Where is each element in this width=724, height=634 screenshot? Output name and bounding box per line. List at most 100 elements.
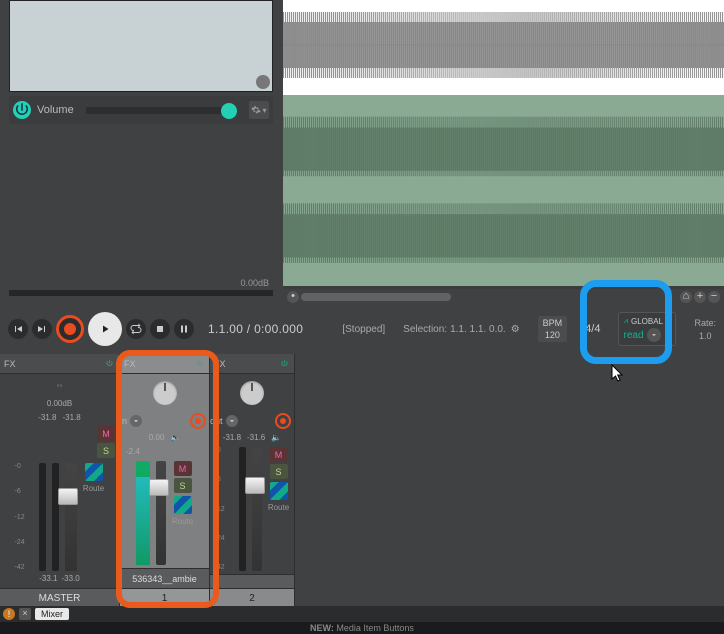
stop-button[interactable] xyxy=(150,319,170,339)
bpm-box[interactable]: BPM 120 xyxy=(538,316,568,342)
selection-gear-icon[interactable]: ⚙ xyxy=(511,324,520,335)
pan-knob[interactable] xyxy=(153,381,177,405)
fx-row: FX xyxy=(120,354,209,374)
mixer-channel-2[interactable]: FX out -31.8 -31.6 🔈 -0-6-12-24-42 M xyxy=(210,354,295,608)
waveform-view[interactable]: 0.300035 1723 wav xyxy=(283,0,724,300)
track2-fader[interactable] xyxy=(252,447,262,571)
mixer-channel-master: FX ◦◦ 0.00dB -31.8 -31.8 M S -0-6-12-24-… xyxy=(0,354,120,608)
fx-power-icon[interactable] xyxy=(193,358,205,370)
io-dropdown[interactable] xyxy=(130,415,142,427)
transport-bar: 1.1.00 / 0:00.000 [Stopped] Selection: 1… xyxy=(0,307,724,351)
record-button[interactable] xyxy=(56,315,84,343)
master-db-right: -31.8 xyxy=(63,413,81,422)
waveform-channel-top xyxy=(283,0,724,90)
time-signature[interactable]: 4/4 xyxy=(585,323,600,335)
fx-label[interactable]: FX xyxy=(124,359,136,369)
automation-mode-dropdown[interactable] xyxy=(647,328,661,342)
track-item-preview[interactable] xyxy=(9,0,273,92)
master-label[interactable]: MASTER xyxy=(0,588,119,608)
track1-mute-button[interactable]: M xyxy=(174,461,192,476)
track2-route-icon[interactable] xyxy=(270,482,288,500)
master-db-left: -31.8 xyxy=(38,413,56,422)
waveform-channel-bottom xyxy=(283,95,724,290)
master-mute-button[interactable]: M xyxy=(97,426,115,441)
pan-knob[interactable] xyxy=(240,381,264,405)
track2-mute-button[interactable]: M xyxy=(270,447,288,462)
track2-scale: -0-6-12-24-42 xyxy=(215,447,233,571)
master-solo-button[interactable]: S xyxy=(97,443,115,458)
mixer-panel: FX ◦◦ 0.00dB -31.8 -31.8 M S -0-6-12-24-… xyxy=(0,354,724,608)
track-power-icon[interactable] xyxy=(13,101,31,119)
waveform-hscroll[interactable] xyxy=(301,293,678,301)
track2-number[interactable]: 2 xyxy=(210,588,294,608)
fx-label[interactable]: FX xyxy=(214,359,226,369)
slider-thumb[interactable] xyxy=(221,103,237,119)
speaker-icon[interactable]: 🔈 xyxy=(271,433,281,442)
track2-solo-button[interactable]: S xyxy=(270,464,288,479)
play-button[interactable] xyxy=(88,312,122,346)
scroll-thumb[interactable] xyxy=(301,293,451,301)
warning-icon[interactable]: ! xyxy=(3,608,15,620)
master-vu-right xyxy=(52,463,59,571)
track1-fader[interactable] xyxy=(156,461,166,565)
track-volume-row: Volume ▾ xyxy=(9,96,273,124)
route-label: Route xyxy=(83,484,104,493)
route-label: Route xyxy=(172,517,193,526)
track2-db-r: -31.6 xyxy=(247,433,265,442)
pause-button[interactable] xyxy=(174,319,194,339)
rate-box[interactable]: Rate: 1.0 xyxy=(694,318,716,341)
track-record-arm[interactable] xyxy=(275,413,291,429)
bpm-label: BPM xyxy=(543,318,563,328)
track1-solo-button[interactable]: S xyxy=(174,478,192,493)
scroll-minus-icon[interactable]: − xyxy=(708,291,720,303)
mixer-tab[interactable]: Mixer xyxy=(35,608,69,620)
fader-handle[interactable] xyxy=(149,479,169,496)
speaker-icon[interactable]: 🔈 xyxy=(170,433,180,442)
mixer-channel-1[interactable]: FX in 0.00 🔈 -2.4 M S xyxy=(120,354,210,608)
scroll-plus-icon[interactable]: + xyxy=(694,291,706,303)
news-prefix: NEW: xyxy=(310,623,334,633)
track-settings-button[interactable]: ▾ xyxy=(249,101,269,119)
scroll-home-icon[interactable]: ⌂ xyxy=(680,291,692,303)
track2-vu xyxy=(239,447,246,571)
fx-power-icon[interactable] xyxy=(103,358,115,370)
panel-db-readout: 0.00dB xyxy=(240,278,269,288)
track-panel-hscroll[interactable] xyxy=(9,290,273,296)
master-peak-r: -33.0 xyxy=(62,574,80,588)
go-start-button[interactable] xyxy=(8,319,28,339)
track1-route-icon[interactable] xyxy=(174,496,192,514)
automation-mode-label: read xyxy=(623,330,643,341)
fader-handle[interactable] xyxy=(245,477,265,494)
track2-name-blank[interactable] xyxy=(210,574,294,588)
automation-icon: ⩘ xyxy=(623,316,628,326)
io-dropdown[interactable] xyxy=(226,415,238,427)
master-peak-l: -33.1 xyxy=(39,574,57,588)
fx-label[interactable]: FX xyxy=(4,359,16,369)
track1-number[interactable]: 1 xyxy=(120,588,209,608)
selection-label: Selection: xyxy=(403,324,447,335)
footer-tab-bar: ! × Mixer xyxy=(0,606,724,622)
master-route-icon[interactable] xyxy=(85,463,103,481)
track1-vu-readout: -2.4 xyxy=(126,447,140,456)
close-tab-button[interactable]: × xyxy=(19,608,31,620)
track-record-arm[interactable] xyxy=(190,413,206,429)
fx-row: FX xyxy=(210,354,294,374)
mouse-cursor-icon xyxy=(611,364,625,387)
master-scale: -0-6-12-24-42 xyxy=(15,463,33,571)
track-volume-slider[interactable] xyxy=(86,107,237,114)
go-end-button[interactable] xyxy=(32,319,52,339)
selection-readout[interactable]: Selection: 1.1. 1.1. 0.0. ⚙ xyxy=(403,324,520,335)
master-stereo-button[interactable]: ◦◦ xyxy=(0,374,119,396)
master-vu-left xyxy=(39,463,46,571)
loop-button[interactable] xyxy=(126,319,146,339)
track2-db-l: -31.8 xyxy=(223,433,241,442)
fader-handle[interactable] xyxy=(58,488,78,505)
global-automation-box[interactable]: ⩘ GLOBAL read xyxy=(618,312,676,346)
time-display[interactable]: 1.1.00 / 0:00.000 xyxy=(208,322,303,336)
scroll-left-dot[interactable]: • xyxy=(287,291,299,303)
fx-power-icon[interactable] xyxy=(278,358,290,370)
track1-name[interactable]: 536343__ambie xyxy=(120,568,209,588)
master-fader[interactable] xyxy=(65,463,77,571)
rate-label: Rate: xyxy=(694,318,716,328)
selection-value: 1.1. 1.1. 0.0. xyxy=(450,324,506,335)
